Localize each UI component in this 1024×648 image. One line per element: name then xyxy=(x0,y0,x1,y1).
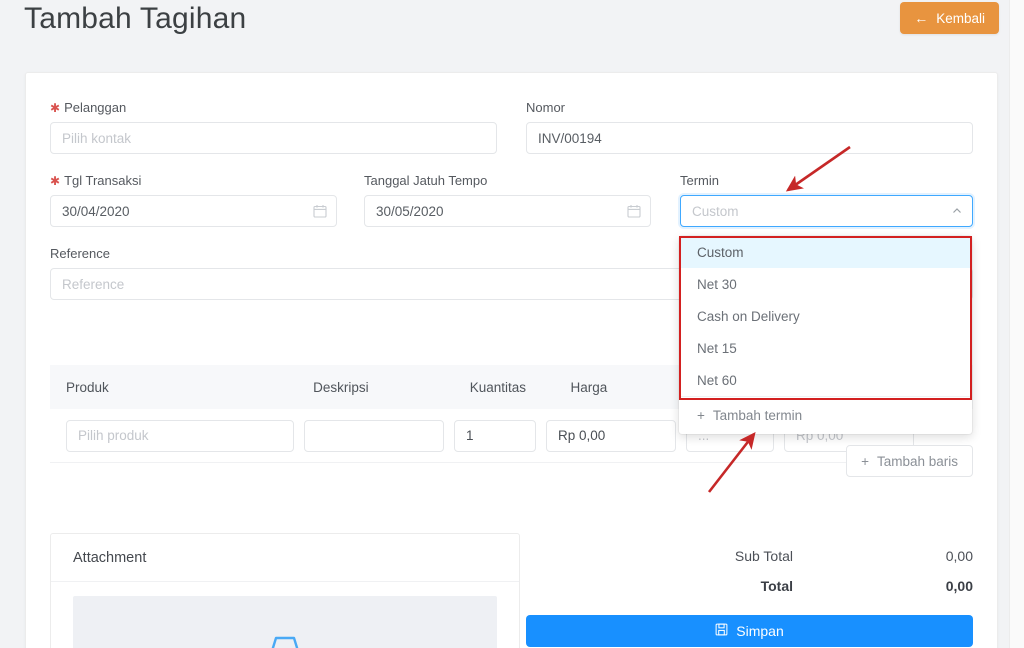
back-button-label: Kembali xyxy=(936,10,985,26)
save-button-label: Simpan xyxy=(736,623,784,639)
tgl-transaksi-wrap: 30/04/2020 xyxy=(50,195,337,227)
termin-option-cash-on-delivery[interactable]: Cash on Delivery xyxy=(679,300,972,332)
attachment-title: Attachment xyxy=(51,534,519,582)
tanggal-jatuh-tempo-value: 30/05/2020 xyxy=(376,203,444,219)
label-text: Reference xyxy=(50,246,110,261)
column-header-kuantitas: Kuantitas xyxy=(469,379,526,395)
attachment-dropzone[interactable] xyxy=(73,596,497,648)
harga-input[interactable]: Rp 0,00 xyxy=(546,419,676,452)
plus-icon: + xyxy=(861,453,869,469)
termin-option-net-60[interactable]: Net 60 xyxy=(679,364,972,396)
totals-section: Sub Total 0,00 Total 0,00 Simpan xyxy=(526,541,973,647)
field-tanggal-jatuh-tempo: Tanggal Jatuh Tempo 30/05/2020 xyxy=(364,173,651,227)
vertical-scrollbar[interactable] xyxy=(1009,0,1024,648)
label-termin: Termin xyxy=(680,173,973,188)
field-tgl-transaksi: ✱ Tgl Transaksi 30/04/2020 xyxy=(50,173,337,227)
arrow-left-icon: ← xyxy=(914,10,929,26)
total-label: Total xyxy=(760,578,793,594)
column-header-produk: Produk xyxy=(66,379,109,395)
page-title: Tambah Tagihan xyxy=(24,2,247,35)
required-asterisk-icon: ✱ xyxy=(50,100,61,115)
attachment-body xyxy=(51,582,519,648)
tanggal-jatuh-tempo-wrap: 30/05/2020 xyxy=(364,195,651,227)
subtotal-row: Sub Total 0,00 xyxy=(526,541,973,571)
cell-harga: Rp 0,00 xyxy=(546,419,676,452)
field-termin: Termin Custom xyxy=(680,173,973,227)
termin-wrap: Custom xyxy=(680,195,973,227)
cell-kuantitas: 1 xyxy=(454,419,536,452)
label-text: Pelanggan xyxy=(64,100,127,115)
column-header-deskripsi: Deskripsi xyxy=(313,379,369,395)
page-root: Tambah Tagihan ← Kembali ✱ Pelanggan Pil… xyxy=(0,0,1024,648)
label-text: Termin xyxy=(680,173,720,188)
field-nomor: Nomor INV/00194 xyxy=(526,100,973,154)
label-text: Tgl Transaksi xyxy=(64,173,142,188)
subtotal-value: 0,00 xyxy=(945,548,973,564)
pelanggan-input[interactable]: Pilih kontak xyxy=(50,122,497,154)
label-pelanggan: ✱ Pelanggan xyxy=(50,100,497,115)
label-text: Tanggal Jatuh Tempo xyxy=(364,173,488,188)
nomor-input[interactable]: INV/00194 xyxy=(526,122,973,154)
subtotal-label: Sub Total xyxy=(734,548,793,564)
tgl-transaksi-value: 30/04/2020 xyxy=(62,203,130,219)
save-icon xyxy=(715,623,728,639)
label-tanggal-jatuh-tempo: Tanggal Jatuh Tempo xyxy=(364,173,651,188)
tanggal-jatuh-tempo-input[interactable]: 30/05/2020 xyxy=(364,195,651,227)
deskripsi-input[interactable] xyxy=(304,419,444,452)
kuantitas-input[interactable]: 1 xyxy=(454,419,536,452)
add-termin-button[interactable]: + Tambah termin xyxy=(679,396,972,434)
nomor-value: INV/00194 xyxy=(538,130,602,146)
total-row: Total 0,00 xyxy=(526,571,973,601)
produk-input[interactable]: Pilih produk xyxy=(66,419,294,452)
tgl-transaksi-input[interactable]: 30/04/2020 xyxy=(50,195,337,227)
add-row-button[interactable]: + Tambah baris xyxy=(846,445,973,477)
termin-option-custom[interactable]: Custom xyxy=(679,236,972,268)
label-tgl-transaksi: ✱ Tgl Transaksi xyxy=(50,173,337,188)
cell-deskripsi xyxy=(304,419,444,452)
back-button[interactable]: ← Kembali xyxy=(900,2,999,34)
termin-dropdown: Custom Net 30 Cash on Delivery Net 15 Ne… xyxy=(679,236,972,434)
cell-produk: Pilih produk xyxy=(66,419,294,452)
label-text: Nomor xyxy=(526,100,566,115)
inbox-icon xyxy=(268,634,302,648)
field-pelanggan: ✱ Pelanggan Pilih kontak xyxy=(50,100,497,154)
termin-select[interactable]: Custom xyxy=(680,195,973,227)
label-nomor: Nomor xyxy=(526,100,973,115)
termin-option-net-30[interactable]: Net 30 xyxy=(679,268,972,300)
total-value: 0,00 xyxy=(945,578,973,594)
add-termin-label: Tambah termin xyxy=(712,408,803,423)
column-header-harga: Harga xyxy=(570,379,608,395)
attachment-card: Attachment xyxy=(50,533,520,648)
plus-icon: + xyxy=(697,408,705,423)
termin-option-net-15[interactable]: Net 15 xyxy=(679,332,972,364)
save-button[interactable]: Simpan xyxy=(526,615,973,647)
add-row-label: Tambah baris xyxy=(876,453,958,469)
required-asterisk-icon: ✱ xyxy=(50,173,61,188)
